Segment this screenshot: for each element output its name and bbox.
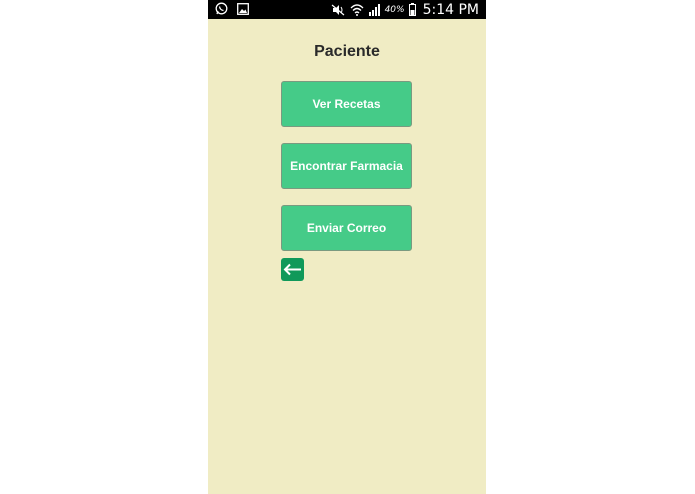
wifi-icon	[350, 4, 364, 16]
battery-icon	[408, 3, 416, 16]
button-label: Ver Recetas	[312, 97, 381, 111]
encontrar-farmacia-button[interactable]: Encontrar Farmacia	[281, 143, 412, 189]
phone-screen: 40% 5:14 PM Paciente Ver Recetas Encontr…	[208, 0, 486, 494]
mute-icon	[331, 4, 344, 15]
system-icons: 40% 5:14 PM	[331, 0, 479, 19]
status-bar: 40% 5:14 PM	[208, 0, 486, 19]
clock-time: 5:14 PM	[422, 1, 479, 18]
gallery-icon	[237, 2, 249, 15]
enviar-correo-button[interactable]: Enviar Correo	[281, 205, 412, 251]
button-label: Enviar Correo	[306, 221, 387, 235]
whatsapp-icon	[215, 2, 228, 15]
back-arrow-icon	[283, 263, 301, 276]
back-button[interactable]	[281, 258, 304, 281]
battery-percent: 40%	[384, 4, 405, 15]
notification-icons	[215, 2, 249, 15]
button-label: Encontrar Farmacia	[290, 159, 403, 173]
page-title: Paciente	[314, 43, 380, 60]
ver-recetas-button[interactable]: Ver Recetas	[281, 81, 412, 127]
signal-icon	[368, 3, 380, 16]
